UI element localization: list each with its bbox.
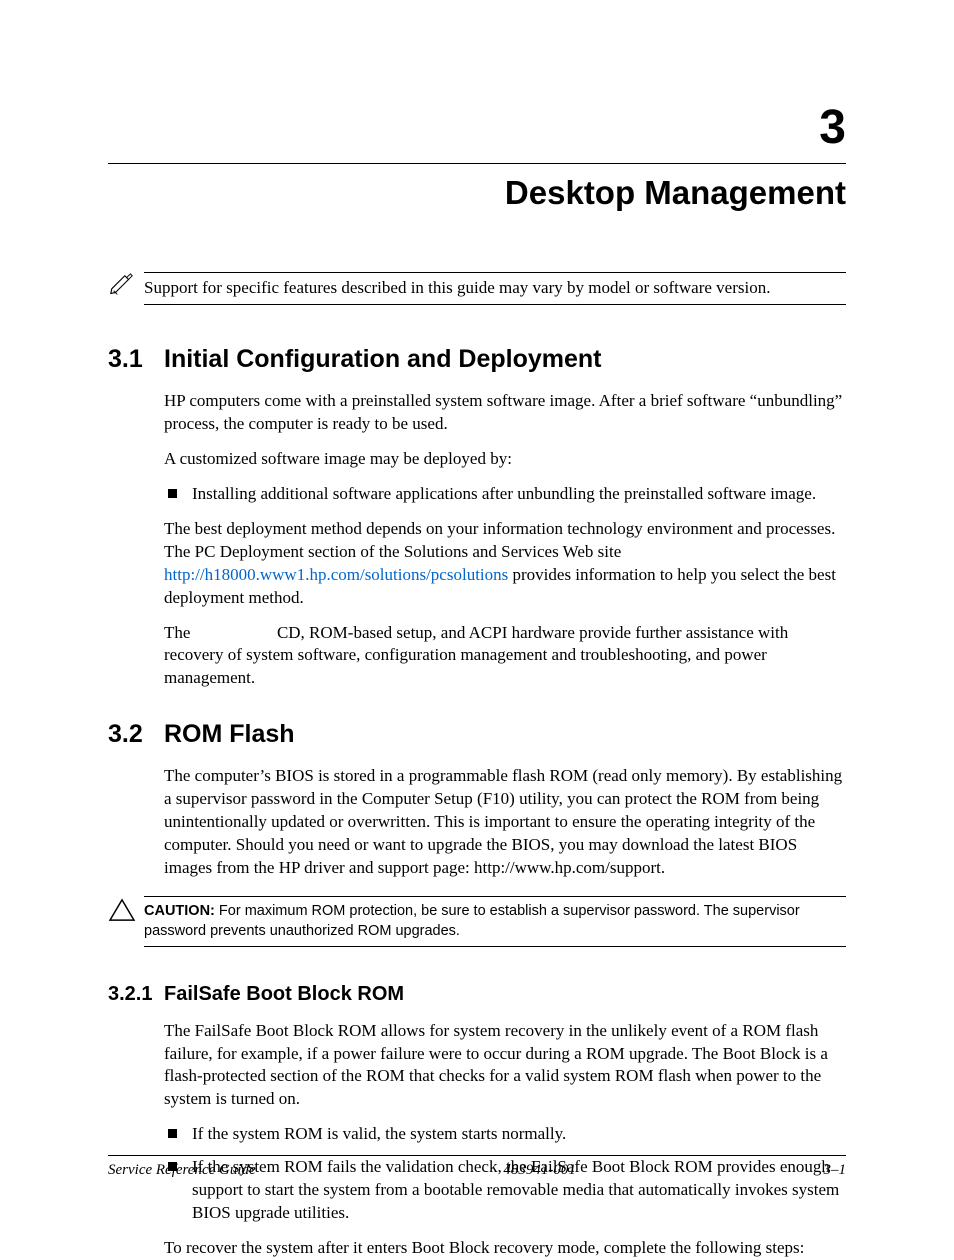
heading-3-1: 3.1 Initial Configuration and Deployment xyxy=(108,345,846,374)
paragraph: A customized software image may be deplo… xyxy=(164,448,846,471)
caution-text: CAUTION: For maximum ROM protection, be … xyxy=(144,896,846,947)
page-footer: Service Reference Guide 483941-001 3–1 xyxy=(108,1155,846,1179)
paragraph: The computer’s BIOS is stored in a progr… xyxy=(164,765,846,880)
caution-body: For maximum ROM protection, be sure to e… xyxy=(144,903,800,939)
heading-3-2: 3.2 ROM Flash xyxy=(108,720,846,749)
list-item: Installing additional software applicati… xyxy=(164,483,846,506)
paragraph: The best deployment method depends on yo… xyxy=(164,518,846,610)
heading-text: FailSafe Boot Block ROM xyxy=(164,983,404,1006)
list-item: If the system ROM is valid, the system s… xyxy=(164,1123,846,1146)
text-fragment: The best deployment method depends on yo… xyxy=(164,519,835,561)
bullet-list: Installing additional software applicati… xyxy=(164,483,846,506)
paragraph: The CD, ROM-based setup, and ACPI hardwa… xyxy=(164,622,846,691)
heading-text: ROM Flash xyxy=(164,720,295,749)
note-callout: Support for specific features described … xyxy=(108,272,846,305)
paragraph: HP computers come with a preinstalled sy… xyxy=(164,390,846,436)
caution-callout: CAUTION: For maximum ROM protection, be … xyxy=(108,896,846,947)
caution-triangle-icon xyxy=(108,898,138,927)
heading-text: Initial Configuration and Deployment xyxy=(164,345,602,374)
pencil-note-icon xyxy=(108,272,138,305)
heading-number: 3.1 xyxy=(108,345,164,374)
footer-right: 3–1 xyxy=(823,1162,846,1179)
deployment-link[interactable]: http://h18000.www1.hp.com/solutions/pcso… xyxy=(164,565,508,584)
paragraph: To recover the system after it enters Bo… xyxy=(164,1237,846,1260)
caution-label: CAUTION: xyxy=(144,903,215,919)
chapter-number: 3 xyxy=(108,100,846,155)
heading-number: 3.2.1 xyxy=(108,983,164,1006)
chapter-rule xyxy=(108,163,846,164)
heading-number: 3.2 xyxy=(108,720,164,749)
paragraph: The FailSafe Boot Block ROM allows for s… xyxy=(164,1020,846,1112)
text-fragment: CD, ROM-based setup, and ACPI hardware p… xyxy=(164,623,788,688)
note-text: Support for specific features described … xyxy=(144,272,846,305)
text-fragment: The xyxy=(164,623,195,642)
heading-3-2-1: 3.2.1 FailSafe Boot Block ROM xyxy=(108,983,846,1006)
footer-center: 483941-001 xyxy=(503,1162,576,1179)
chapter-title: Desktop Management xyxy=(108,174,846,212)
footer-left: Service Reference Guide xyxy=(108,1162,256,1179)
